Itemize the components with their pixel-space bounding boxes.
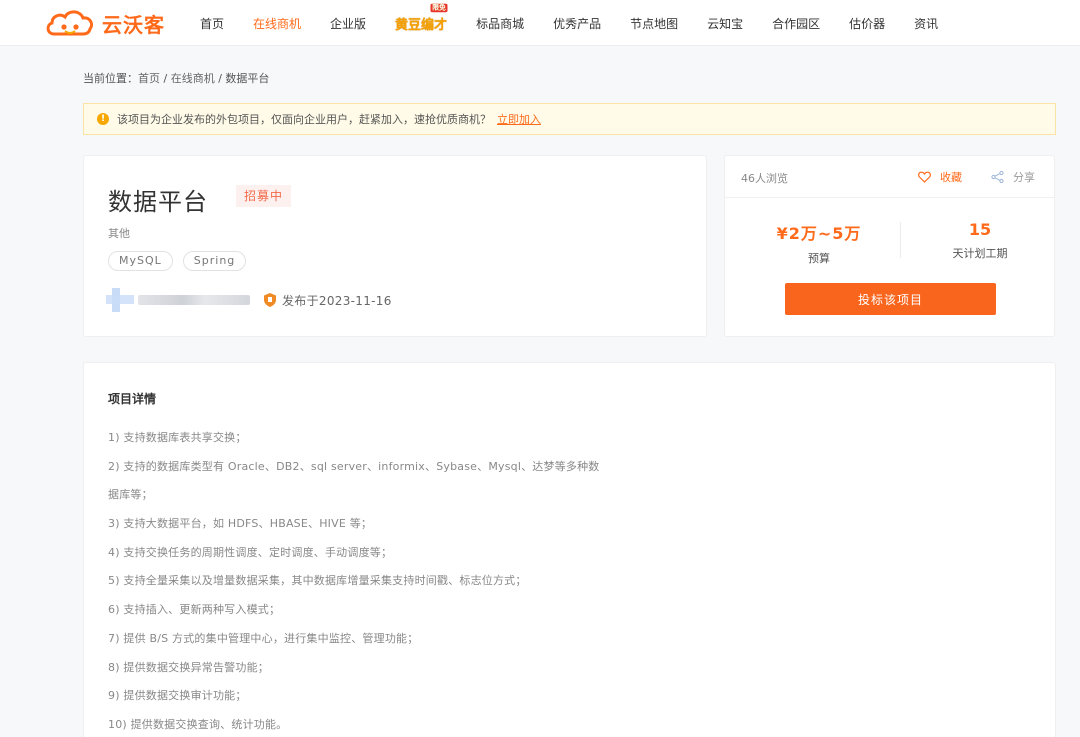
detail-line: 4) 支持交换任务的周期性调度、定时调度、手动调度等； — [108, 545, 393, 559]
verified-shield-icon — [264, 293, 276, 307]
detail-line: 7) 提供 B/S 方式的集中管理中心，进行集中监控、管理功能； — [108, 631, 419, 645]
bid-panel-header: 46人浏览 收藏 分享 — [725, 156, 1054, 198]
share-icon — [991, 171, 1004, 183]
nav-online-opportunities[interactable]: 在线商机 — [253, 15, 301, 32]
cloud-logo-icon — [46, 10, 94, 36]
publish-date: 发布于2023-11-16 — [282, 293, 392, 308]
detail-line: 5) 支持全量采集以及增量数据采集，其中数据库增量采集支持时间戳、标志位方式； — [108, 574, 527, 588]
period-value: 15 — [968, 220, 992, 239]
free-badge: 限免 — [430, 3, 448, 12]
detail-line: 据库等； — [108, 488, 153, 502]
main-nav: 首页 在线商机 企业版 黄豆编才 限免 标品商城 优秀产品 节点地图 云知宝 合… — [200, 0, 967, 46]
nav-estimator[interactable]: 估价器 — [849, 15, 885, 32]
logo[interactable]: 云沃客 — [44, 8, 165, 38]
details-list: 1) 支持数据库表共享交换； 2) 支持的数据库类型有 Oracle、DB2、s… — [108, 429, 668, 737]
period-label: 天计划工期 — [952, 247, 1008, 260]
project-summary-card: 数据平台 招募中 其他 MySQL Spring 发布于2023-11-16 — [83, 155, 707, 337]
breadcrumb-current: 数据平台 — [225, 72, 270, 85]
favorite-label: 收藏 — [940, 171, 962, 184]
budget-block: ¥2万~5万 预算 — [755, 220, 883, 266]
breadcrumb-home[interactable]: 首页 — [138, 72, 160, 85]
project-category: 其他 — [108, 227, 130, 240]
favorite-button[interactable]: 收藏 — [918, 169, 962, 185]
status-badge: 招募中 — [236, 185, 292, 207]
tag-spring: Spring — [182, 251, 247, 271]
skill-tags: MySQL Spring — [108, 251, 256, 271]
detail-line: 6) 支持插入、更新两种写入模式； — [108, 603, 281, 617]
details-heading: 项目详情 — [108, 392, 157, 406]
budget-label: 预算 — [808, 252, 830, 265]
nav-home[interactable]: 首页 — [200, 15, 224, 32]
bid-project-button[interactable]: 投标该项目 — [785, 283, 996, 315]
breadcrumb: 当前位置：首页 / 在线商机 / 数据平台 — [83, 70, 269, 86]
share-label: 分享 — [1013, 171, 1035, 184]
info-icon: ! — [97, 113, 109, 125]
detail-line: 3) 支持大数据平台，如 HDFS、HBASE、HIVE 等； — [108, 517, 373, 531]
top-navbar: 云沃客 首页 在线商机 企业版 黄豆编才 限免 标品商城 优秀产品 节点地图 云… — [0, 0, 1080, 46]
detail-line: 10) 提供数据交换查询、统计功能。 — [108, 717, 288, 731]
heart-icon — [918, 171, 931, 183]
nav-huangdou[interactable]: 黄豆编才 限免 — [395, 3, 448, 33]
tag-mysql: MySQL — [108, 251, 173, 271]
nav-enterprise[interactable]: 企业版 — [330, 15, 366, 32]
nav-excellent-products[interactable]: 优秀产品 — [553, 15, 601, 32]
publisher-row: 发布于2023-11-16 — [106, 288, 392, 312]
project-title: 数据平台 — [108, 188, 208, 216]
share-button[interactable]: 分享 — [991, 169, 1035, 185]
breadcrumb-separator: / — [214, 72, 226, 85]
nav-parks[interactable]: 合作园区 — [772, 15, 820, 32]
period-block: 15 天计划工期 — [915, 220, 1045, 261]
notice-text: 该项目为企业发布的外包项目，仅面向企业用户，赶紧加入，速抢优质商机？ — [117, 113, 491, 126]
detail-line: 2) 支持的数据库类型有 Oracle、DB2、sql server、infor… — [108, 459, 600, 473]
view-count: 46人浏览 — [741, 172, 788, 185]
nav-huangdou-label: 黄豆编才 — [395, 17, 448, 33]
enterprise-notice: ! 该项目为企业发布的外包项目，仅面向企业用户，赶紧加入，速抢优质商机？ 立即加… — [83, 103, 1056, 135]
breadcrumb-prefix: 当前位置： — [83, 72, 138, 85]
join-now-link[interactable]: 立即加入 — [497, 111, 541, 127]
budget-value: ¥2万~5万 — [776, 224, 862, 243]
breadcrumb-separator: / — [160, 72, 171, 85]
breadcrumb-online-opportunities[interactable]: 在线商机 — [171, 72, 215, 85]
nav-standard-mall[interactable]: 标品商城 — [476, 15, 524, 32]
nav-node-map[interactable]: 节点地图 — [630, 15, 678, 32]
detail-line: 8) 提供数据交换异常告警功能； — [108, 660, 269, 674]
stat-divider — [900, 222, 901, 258]
nav-yunzhibao[interactable]: 云知宝 — [707, 15, 743, 32]
detail-line: 1) 支持数据库表共享交换； — [108, 431, 247, 444]
logo-text: 云沃客 — [102, 12, 165, 37]
nav-news[interactable]: 资讯 — [914, 15, 938, 32]
publisher-name-blurred — [138, 295, 250, 305]
bid-panel: 46人浏览 收藏 分享 ¥2万~5万 预算 15 天计划工期 投标该项目 — [724, 155, 1055, 337]
project-details-card: 项目详情 1) 支持数据库表共享交换； 2) 支持的数据库类型有 Oracle、… — [83, 362, 1056, 737]
avatar[interactable] — [106, 288, 134, 312]
detail-line: 9) 提供数据交换审计功能； — [108, 689, 247, 703]
